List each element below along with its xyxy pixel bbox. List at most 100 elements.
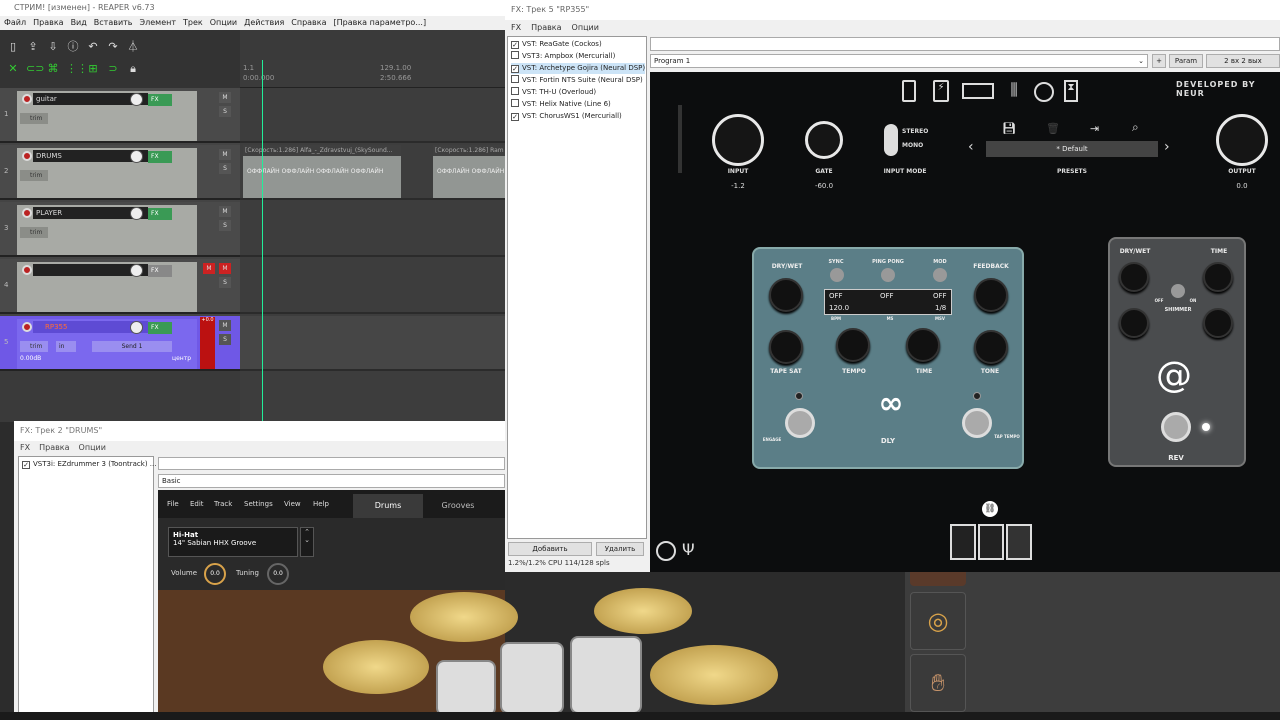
menu-view[interactable]: Вид	[71, 18, 87, 27]
volume-knob[interactable]	[130, 93, 143, 106]
track-row[interactable]: 2 DRUMS FX trim M S	[0, 145, 240, 200]
menu-edit[interactable]: Правка	[39, 443, 69, 452]
trim-button[interactable]: trim	[20, 227, 48, 238]
fx-button[interactable]: FX	[148, 322, 172, 334]
fx-enable-checkbox[interactable]: ✓	[511, 113, 519, 121]
dly-tone-knob[interactable]	[974, 330, 1008, 364]
search-icon[interactable]: ⌕	[1132, 120, 1139, 135]
tab-drums[interactable]: Drums	[353, 494, 423, 518]
fx-chain-list[interactable]: ✓ VST: ReaGate (Cockos) VST3: Ampbox (Mer…	[507, 36, 647, 539]
ez-menu-settings[interactable]: Settings	[244, 500, 273, 508]
cab-slot-3-icon[interactable]	[1006, 524, 1032, 560]
ez-menu-view[interactable]: View	[284, 500, 301, 508]
timeline-ruler[interactable]: 1.1 0:00.000 129.1.00 2:50.666	[240, 60, 505, 88]
fx-chain-item[interactable]: ✓ VST3i: EZdrummer 3 (Toontrack) ...	[22, 459, 156, 470]
volume-knob[interactable]	[130, 207, 143, 220]
fx-enable-checkbox[interactable]: ✓	[511, 65, 519, 73]
dly-mod-switch[interactable]	[933, 268, 947, 282]
ripple-icon[interactable]: ⌘	[46, 62, 60, 76]
tom-drum-1[interactable]	[500, 642, 564, 714]
fx-chain-item[interactable]: VST: Helix Native (Line 6)	[511, 99, 611, 110]
ez-menu-edit[interactable]: Edit	[190, 500, 204, 508]
pedal-icon[interactable]: ⚡︎	[933, 80, 949, 102]
china-cymbal[interactable]	[650, 645, 778, 705]
solo-button[interactable]: S	[219, 106, 231, 117]
menu-options[interactable]: Опции	[572, 23, 599, 32]
midi-icon[interactable]	[656, 541, 676, 561]
solo-button[interactable]: S	[219, 334, 231, 345]
solo-button[interactable]: S	[219, 220, 231, 231]
dly-tap-tempo-footswitch[interactable]	[962, 408, 992, 438]
fx-chain-item[interactable]: VST: TH-U (Overloud)	[511, 87, 596, 98]
record-arm-button[interactable]	[22, 265, 32, 275]
trim-button[interactable]: trim	[20, 113, 48, 124]
snap-icon[interactable]: ⋮⋮	[66, 62, 88, 76]
fx-enable-checkbox[interactable]	[511, 51, 519, 59]
volume-knob[interactable]	[130, 321, 143, 334]
rev-time-knob[interactable]	[1203, 262, 1233, 292]
new-project-icon[interactable]: ▯	[6, 40, 20, 54]
track-lane[interactable]: [Скорость:1.286] Alfa_-_Zdravstvuj_(SkyS…	[240, 145, 505, 200]
dly-tempo-knob[interactable]	[836, 328, 870, 362]
preset-select[interactable]: Basic	[158, 474, 505, 488]
track-row[interactable]: 3 PLAYER FX trim M S	[0, 202, 240, 257]
track-row-selected[interactable]: 5 RP355 FX trim in Send 1 0.00dB центр +…	[0, 316, 240, 371]
fx-button[interactable]: FX	[148, 94, 172, 106]
ez-menu-track[interactable]: Track	[214, 500, 232, 508]
fx-chain-item[interactable]: VST3: Ampbox (Mercuriall)	[511, 51, 615, 62]
tuning-knob[interactable]: 0.0	[267, 563, 289, 585]
grid-toggle-icon[interactable]: ✕	[6, 62, 20, 76]
shaker-thumbnail-icon[interactable]: ✋︎	[910, 654, 966, 712]
mute-button[interactable]: M	[219, 149, 231, 160]
menu-edit[interactable]: Правка	[33, 18, 63, 27]
dly-engage-footswitch[interactable]	[785, 408, 815, 438]
trim-button[interactable]: trim	[20, 341, 48, 352]
item-grouping-icon[interactable]: ⊂⊃	[26, 62, 44, 76]
tuning-fork-icon[interactable]: Ψ	[682, 540, 695, 559]
fx-chain-item-selected[interactable]: ✓ VST: Archetype Gojira (Neural DSP)	[511, 63, 646, 74]
track-lane[interactable]	[240, 259, 505, 314]
menu-fx[interactable]: FX	[511, 23, 521, 32]
preset-prev-icon[interactable]: ‹	[968, 139, 974, 155]
param-bar[interactable]	[158, 457, 505, 470]
fx-chain-list[interactable]: ✓ VST3i: EZdrummer 3 (Toontrack) ...	[18, 456, 156, 720]
dly-time-knob[interactable]	[906, 328, 940, 362]
menu-edit[interactable]: Правка	[531, 23, 561, 32]
volume-knob[interactable]	[130, 150, 143, 163]
mute-button[interactable]: M	[219, 263, 231, 274]
output-knob[interactable]	[1216, 114, 1268, 166]
record-arm-button[interactable]	[22, 151, 32, 161]
track-lane[interactable]	[240, 202, 505, 257]
cab-icon[interactable]	[1034, 82, 1054, 102]
open-project-icon[interactable]: ⇪	[26, 40, 40, 54]
tuner-icon[interactable]	[902, 80, 916, 102]
menu-fx[interactable]: FX	[20, 443, 30, 452]
undo-icon[interactable]: ↶	[86, 40, 100, 54]
instrument-select[interactable]: Hi-Hat 14" Sabian HHX Groove	[168, 527, 298, 557]
fx-button[interactable]: FX	[148, 151, 172, 163]
rev-engage-footswitch[interactable]	[1161, 412, 1191, 442]
io-routing-button[interactable]: 2 вх 2 вых	[1206, 54, 1280, 68]
track-lane[interactable]	[240, 316, 505, 371]
media-item[interactable]: [Скорость:1.286] Alfa_-_Zdravstvuj_(SkyS…	[243, 145, 401, 198]
menu-insert[interactable]: Вставить	[94, 18, 133, 27]
solo-button[interactable]: S	[219, 277, 231, 288]
track-row[interactable]: 4 FX M M S	[0, 259, 240, 314]
record-arm-button[interactable]	[22, 322, 32, 332]
save-preset-icon[interactable]: 💾︎	[1002, 122, 1016, 135]
menu-item[interactable]: Элемент	[140, 18, 176, 27]
snare-drum[interactable]	[436, 660, 496, 716]
effects-icon[interactable]: ⧗	[1064, 80, 1078, 102]
menu-help[interactable]: Справка	[291, 18, 326, 27]
delete-preset-icon[interactable]: 🗑︎	[1046, 122, 1060, 135]
volume-knob[interactable]: 0.0	[204, 563, 226, 585]
preset-next-icon[interactable]: ›	[1164, 139, 1170, 155]
cab-slot-2-icon[interactable]	[978, 524, 1004, 560]
menu-options[interactable]: Опции	[210, 18, 237, 27]
fx-chain-item[interactable]: VST: Fortin NTS Suite (Neural DSP)	[511, 75, 643, 86]
ride-cymbal[interactable]	[594, 588, 692, 634]
preset-select[interactable]: * Default	[986, 141, 1158, 157]
menu-param-edit[interactable]: [Правка параметро...]	[334, 18, 427, 27]
dly-dry-wet-knob[interactable]	[769, 278, 803, 312]
program-select[interactable]: Program 1 ⌄	[650, 54, 1148, 68]
